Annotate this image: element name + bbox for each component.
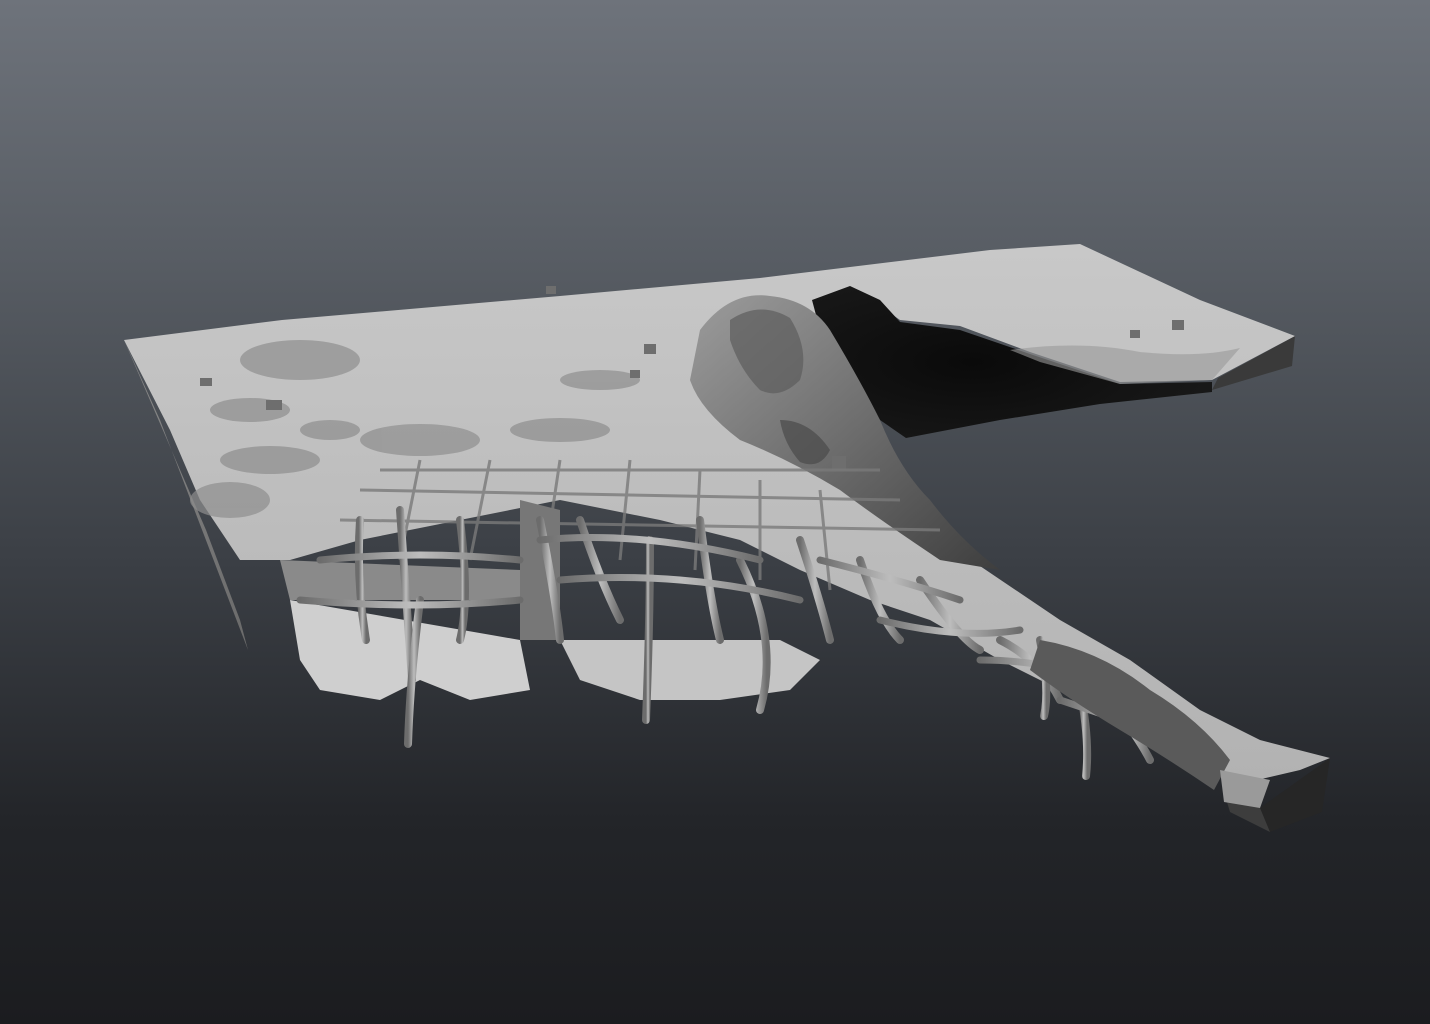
strip-rubble (1030, 640, 1270, 808)
terrain-model-render (124, 244, 1330, 832)
3d-viewport[interactable] (0, 0, 1430, 1024)
